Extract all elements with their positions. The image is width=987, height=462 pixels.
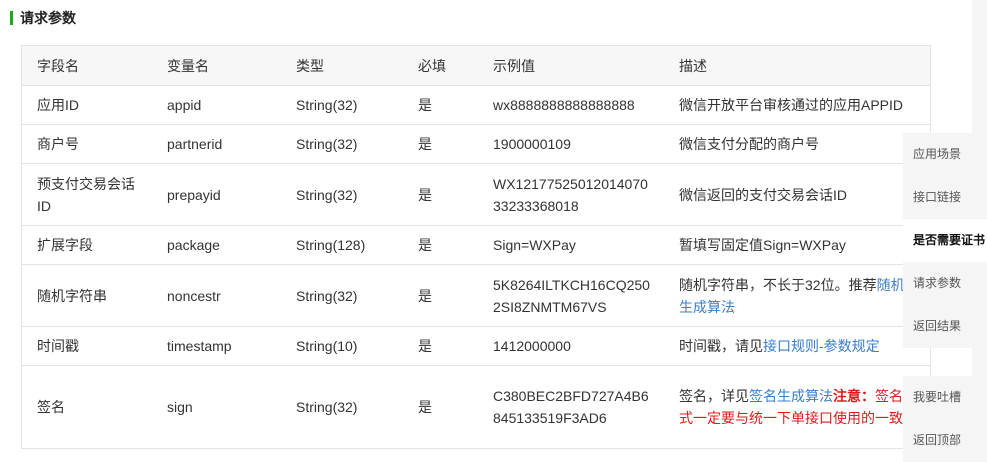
field-name-cell: 随机字符串 [37,287,107,304]
table-row: 时间戳 timestamp String(10) 是 1412000000 时间戳，请见接… [22,327,930,366]
type-cell: String(32) [296,186,358,203]
floatnav-item-scenario[interactable]: 应用场景 [903,133,987,176]
table-row: 随机字符串 noncestr String(32) 是 5K8264ILTKCH16CQ… [22,265,930,327]
description-segment: 微信返回的支付交易会话ID [679,186,847,203]
header-example: 示例值 [493,57,535,74]
field-name-cell: 时间戳 [37,338,79,354]
header-variable-name: 变量名 [167,57,209,74]
required-cell: 是 [418,287,432,304]
floatnav-item-api-link[interactable]: 接口链接 [903,176,987,219]
type-cell: String(128) [296,237,366,253]
example-cell: 1900000109 [493,136,571,152]
variable-name-cell: package [167,237,220,253]
required-cell: 是 [418,399,432,415]
floating-actions: 我要吐槽 返回顶部 [903,376,987,462]
variable-name-cell: noncestr [167,287,221,304]
description-segment: 微信开放平台审核通过的应用APPID [679,97,904,113]
required-cell: 是 [418,136,432,152]
field-name-cell: 预支付交易会话ID [37,175,135,214]
table-row: 预支付交易会话ID prepayid String(32) 是 WX1217752501… [22,164,930,226]
type-cell: String(10) [296,338,358,354]
request-params-table: 字段名 变量名 类型 必填 示例值 描述 应用ID appid String(32)… [21,45,931,449]
description-cell: 时间戳，请见接口规则-参数规定 [664,327,930,365]
example-cell: 1412000000 [493,338,571,354]
field-name-cell: 扩展字段 [37,237,93,253]
table-row: 商户号 partnerid String(32) 是 1900000109 微信支付分配的… [22,125,930,164]
example-cell: wx8888888888888888 [493,97,635,113]
description-segment: 微信支付分配的商户号 [679,136,819,152]
floating-nav: 应用场景 接口链接 是否需要证书 请求参数 返回结果 [903,133,987,348]
table-row: 扩展字段 package String(128) 是 Sign=WXPay 暂填写固定值S… [22,226,930,265]
header-description: 描述 [679,57,707,74]
table-body: 应用ID appid String(32) 是 wx8888888888888888 微信… [22,86,930,449]
required-cell: 是 [418,338,432,354]
example-cell: WX1217752501201407033233368018 [493,175,648,214]
feedback-button[interactable]: 我要吐槽 [903,376,987,419]
section-title-text: 请求参数 [20,10,76,26]
back-to-top-button[interactable]: 返回顶部 [903,419,987,462]
required-cell: 是 [418,97,432,113]
example-cell: 5K8264ILTKCH16CQ2502SI8ZNMTM67VS [493,276,650,315]
description-text: 随机字符串，不长于32位。推荐随机数生成算法 [679,274,930,318]
header-required: 必填 [418,57,446,74]
floatnav-item-request-params[interactable]: 请求参数 [903,262,987,305]
description-cell: 微信支付分配的商户号 [664,125,930,163]
description-cell: 微信开放平台审核通过的应用APPID [664,86,930,124]
type-cell: String(32) [296,287,358,304]
description-text: 暂填写固定值Sign=WXPay [679,234,846,256]
variable-name-cell: sign [167,399,193,415]
description-text: 签名，详见签名生成算法注意：签名方式一定要与统一下单接口使用的一致 [679,385,930,429]
table-header-row: 字段名 变量名 类型 必填 示例值 描述 [22,46,930,86]
table-row: 签名 sign String(32) 是 C380BEC2BFD727A4B684513… [22,366,930,449]
header-field-name: 字段名 [37,57,79,74]
description-text: 微信返回的支付交易会话ID [679,184,847,206]
description-text: 微信开放平台审核通过的应用APPID [679,94,903,116]
description-cell: 暂填写固定值Sign=WXPay [664,226,930,264]
floatnav-item-response[interactable]: 返回结果 [903,305,987,348]
example-cell: Sign=WXPay [493,237,576,253]
table-row: 应用ID appid String(32) 是 wx8888888888888888 微信… [22,86,930,125]
required-cell: 是 [418,186,432,203]
field-name-cell: 应用ID [37,97,79,113]
description-segment: 签名，详见 [679,388,749,404]
variable-name-cell: prepayid [167,186,221,203]
header-type: 类型 [296,57,324,74]
type-cell: String(32) [296,399,358,415]
floatnav-item-cert[interactable]: 是否需要证书 [903,219,987,262]
variable-name-cell: partnerid [167,136,223,152]
description-segment: 暂填写固定值Sign=WXPay [679,237,846,253]
field-name-cell: 商户号 [37,136,79,152]
description-link[interactable]: 接口规则-参数规定 [763,338,880,354]
example-cell: C380BEC2BFD727A4B6845133519F3AD6 [493,388,649,426]
variable-name-cell: timestamp [167,338,232,354]
type-cell: String(32) [296,136,358,152]
description-link[interactable]: 签名生成算法 [749,388,833,404]
required-cell: 是 [418,237,432,253]
description-segment: 时间戳，请见 [679,338,763,354]
description-text: 微信支付分配的商户号 [679,133,819,155]
description-text: 时间戳，请见接口规则-参数规定 [679,335,880,357]
description-cell: 随机字符串，不长于32位。推荐随机数生成算法 [664,265,930,326]
type-cell: String(32) [296,97,358,113]
section-title: 请求参数 [10,9,76,27]
description-segment: 随机字符串，不长于32位。推荐 [679,276,877,293]
description-cell: 签名，详见签名生成算法注意：签名方式一定要与统一下单接口使用的一致 [664,366,930,448]
variable-name-cell: appid [167,97,202,113]
description-warning-label: 注意： [833,388,875,404]
description-cell: 微信返回的支付交易会话ID [664,164,930,225]
section-title-accent-bar [10,11,13,25]
field-name-cell: 签名 [37,399,65,415]
